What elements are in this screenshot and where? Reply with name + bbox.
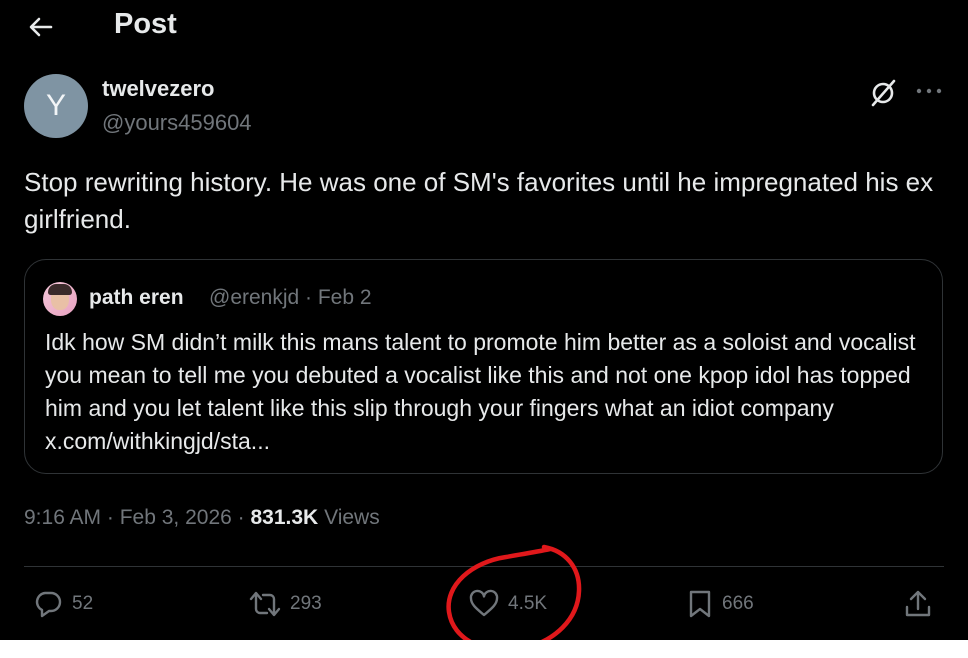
reply-count: 52 <box>72 593 94 614</box>
post-time[interactable]: 9:16 AM <box>24 506 101 529</box>
avatar[interactable]: Y <box>24 74 88 138</box>
author-handle[interactable]: @yours459604 <box>102 110 252 136</box>
post-detail-screen: Post Y twelvezero @yours459604 Stop rewr… <box>0 0 968 640</box>
bookmark-count: 666 <box>722 593 754 614</box>
share-button[interactable] <box>902 586 934 622</box>
post-text: Stop rewriting history. He was one of SM… <box>24 167 934 234</box>
bookmark-icon <box>689 590 711 618</box>
share-icon <box>905 590 931 617</box>
quoted-handle-date: @erenkjd · Feb 2 <box>209 286 372 309</box>
more-options-button[interactable] <box>912 76 946 106</box>
reply-icon <box>35 591 62 618</box>
page-title: Post <box>114 8 177 40</box>
post-timestamp-row: 9:16 AM · Feb 3, 2026 · 831.3K Views <box>24 506 380 530</box>
quoted-post[interactable]: path eren @erenkjd · Feb 2 Idk how SM di… <box>24 259 943 474</box>
top-bar: Post <box>0 0 968 56</box>
grok-button[interactable] <box>866 76 900 110</box>
back-arrow-icon <box>29 17 53 37</box>
bookmark-button[interactable]: 666 <box>686 586 754 622</box>
repost-button[interactable]: 293 <box>248 586 322 622</box>
views-label: Views <box>324 506 380 529</box>
post-date[interactable]: Feb 3, 2026 <box>120 506 232 529</box>
divider <box>24 566 944 567</box>
more-icon <box>916 88 942 94</box>
like-icon <box>469 589 499 617</box>
avatar-hair <box>48 284 72 295</box>
meta-separator: · <box>101 506 120 529</box>
quoted-post-text: Idk how SM didn’t milk this mans talent … <box>45 329 916 454</box>
back-button[interactable] <box>24 10 58 44</box>
reply-button[interactable]: 52 <box>32 586 93 622</box>
author-display-name[interactable]: twelvezero <box>102 76 215 102</box>
meta-separator: · <box>231 506 251 529</box>
quoted-avatar[interactable] <box>43 282 77 316</box>
like-button[interactable]: 4.5K <box>468 586 547 622</box>
grok-icon <box>871 79 896 107</box>
avatar-initial: Y <box>45 89 66 122</box>
like-count: 4.5K <box>508 593 548 614</box>
repost-count: 293 <box>290 593 322 614</box>
views-count: 831.3K <box>250 506 319 529</box>
quoted-display-name: path eren <box>89 286 184 309</box>
repost-icon <box>249 591 281 617</box>
